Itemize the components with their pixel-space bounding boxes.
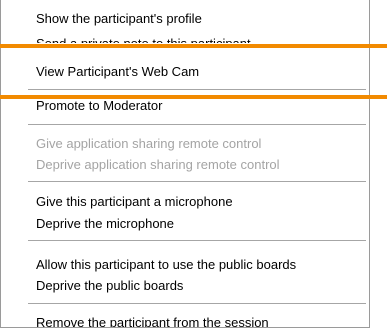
menu-item-allow-public-boards[interactable]: Allow this participant to use the public… xyxy=(36,255,296,275)
menu-separator xyxy=(28,303,366,304)
menu-item-view-web-cam[interactable]: View Participant's Web Cam xyxy=(36,62,199,82)
menu-item-give-microphone[interactable]: Give this participant a microphone xyxy=(36,192,233,212)
menu-separator xyxy=(28,124,366,125)
highlight-frame-top xyxy=(0,44,387,48)
menu-item-show-profile[interactable]: Show the participant's profile xyxy=(36,9,202,29)
highlight-frame-bottom xyxy=(0,95,387,99)
menu-item-deprive-app-sharing-control: Deprive application sharing remote contr… xyxy=(36,157,280,172)
menu-separator xyxy=(28,181,366,182)
menu-item-promote-moderator[interactable]: Promote to Moderator xyxy=(36,96,162,116)
menu-item-remove-participant[interactable]: Remove the participant from the session xyxy=(36,313,269,327)
menu-item-deprive-public-boards[interactable]: Deprive the public boards xyxy=(36,276,183,296)
menu-item-deprive-microphone[interactable]: Deprive the microphone xyxy=(36,214,174,234)
menu-separator xyxy=(28,89,366,90)
menu-item-give-app-sharing-control: Give application sharing remote control xyxy=(36,136,262,151)
participant-context-menu: Show the participant's profile Send a pr… xyxy=(0,0,370,328)
menu-separator xyxy=(28,240,366,241)
menu-item-send-private-note[interactable]: Send a private note to this participant xyxy=(36,34,251,43)
